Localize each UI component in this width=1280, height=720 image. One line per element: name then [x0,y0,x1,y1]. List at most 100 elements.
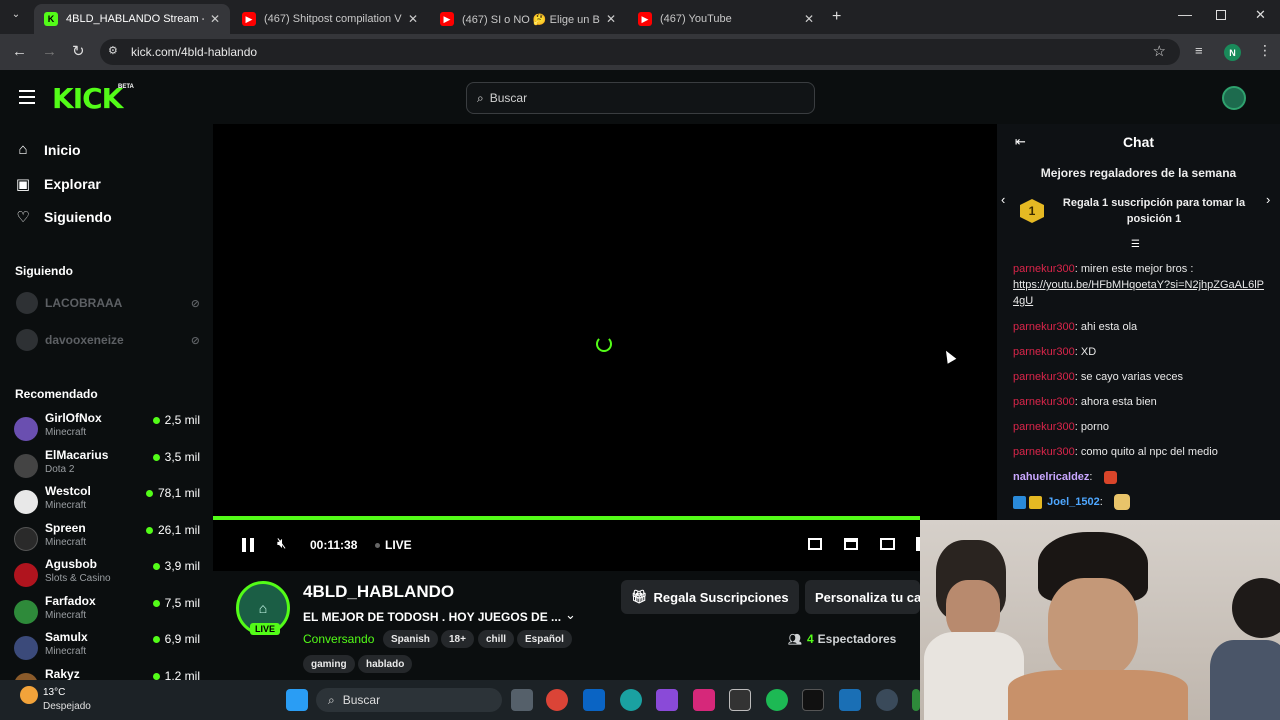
recommended-channel[interactable]: Westcol Minecraft 78,1 mil [14,484,200,518]
tag-hablado[interactable]: hablado [358,655,413,673]
close-window-button[interactable]: ✕ [1255,7,1266,23]
gifters-next-chevron-icon[interactable]: › [1266,192,1270,207]
forward-arrow-icon[interactable]: → [42,43,57,60]
reload-icon[interactable]: ↻ [72,42,85,60]
stream-category[interactable]: Conversando [303,632,374,646]
tab-kick-stream[interactable]: K 4BLD_HABLANDO Stream - Wa ✕ [34,4,230,34]
instagram-icon[interactable] [693,689,715,711]
chat-username[interactable]: parnekur300 [1013,321,1075,333]
mute-icon[interactable]: 🔇︎ [277,535,286,552]
stream-title: EL MEJOR DE TODOSH . HOY JUEGOS DE ... [303,610,562,624]
chat-message: parnekur300: XD [1013,346,1097,358]
task-view-icon[interactable] [511,689,533,711]
recommended-channel[interactable]: GirlOfNox Minecraft 2,5 mil [14,411,200,445]
weather-temp[interactable]: 13°C [43,687,65,698]
following-channel[interactable]: davooxeneize ⊘ [16,327,200,353]
steam-icon[interactable] [876,689,898,711]
tiktok-icon[interactable] [802,689,824,711]
nav-explorar[interactable]: ▣ Explorar [14,175,101,193]
browser-menu-icon[interactable]: ⋮ [1258,42,1272,59]
bookmark-star-icon[interactable]: ☆ [1153,42,1166,60]
search-input[interactable]: ⌕ Buscar [466,82,815,114]
weather-icon[interactable] [20,686,38,704]
miniplayer-icon[interactable] [808,538,822,550]
chat-username[interactable]: parnekur300 [1013,396,1075,408]
expand-gifters-icon[interactable]: ☰ [1131,239,1140,250]
copilot-icon[interactable] [656,689,678,711]
user-avatar[interactable] [1222,86,1246,110]
windows-taskbar: 13°C Despejado ⌕ Buscar [0,680,920,720]
hamburger-menu-icon[interactable] [19,90,35,104]
chat-username[interactable]: nahuelricaldez [1013,471,1089,483]
clip-icon[interactable] [844,538,858,550]
spotify-icon[interactable] [766,689,788,711]
taskbar-search[interactable]: ⌕ Buscar [316,688,502,712]
chat-link[interactable]: https://youtu.be/HFbMHqoetaY?si=N2jhpZGa… [1013,279,1264,307]
tab-youtube-3[interactable]: ▶ (467) YouTube ✕ [628,4,824,34]
recommended-channel[interactable]: Samulx Minecraft 6,9 mil [14,630,200,664]
theater-mode-icon[interactable] [880,538,895,550]
chat-username[interactable]: parnekur300 [1013,346,1075,358]
gifters-prev-chevron-icon[interactable]: ‹ [1001,192,1005,207]
profile-avatar[interactable]: N [1224,44,1241,61]
nav-siguiendo[interactable]: ♡ Siguiendo [14,208,112,226]
edge-icon[interactable] [620,689,642,711]
tab-list-dropdown-icon[interactable]: ⌄ [8,9,24,25]
chat-username[interactable]: Joel_1502 [1047,496,1100,508]
following-channel[interactable]: LACOBRAAA ⊘ [16,290,200,316]
chat-username[interactable]: parnekur300 [1013,371,1075,383]
minimize-window-button[interactable]: — [1178,6,1192,22]
pause-button[interactable] [242,538,255,552]
live-dot-icon [152,416,160,424]
restore-window-button[interactable] [1216,10,1226,20]
customize-channel-button[interactable]: Personaliza tu ca [805,580,920,614]
windows-start-icon[interactable] [286,689,308,711]
tab-youtube-2[interactable]: ▶ (467) SI o NO 🤔 Elige un Botó ✕ [430,4,626,34]
youtube-favicon-icon: ▶ [638,12,652,26]
new-tab-button[interactable]: + [832,8,841,26]
close-tab-icon[interactable]: ✕ [210,12,220,26]
live-dot-icon [375,542,380,548]
recommended-channel[interactable]: Farfadox Minecraft 7,5 mil [14,594,200,628]
back-arrow-icon[interactable]: ← [12,43,27,60]
recommended-channel[interactable]: Spreen Minecraft 26,1 mil [14,521,200,555]
prime-video-icon[interactable] [839,689,861,711]
recommended-channel[interactable]: Agusbob Slots & Casino 3,9 mil [14,557,200,591]
nav-inicio[interactable]: ⌂ Inicio [14,141,80,158]
recommended-channel[interactable]: ElMacarius Dota 2 3,5 mil [14,448,200,482]
close-tab-icon[interactable]: ✕ [804,12,814,26]
chrome-icon[interactable] [546,689,568,711]
weather-desc[interactable]: Despejado [43,701,91,712]
chat-message: parnekur300: como quito al npc del medio [1013,446,1218,458]
channel-category: Minecraft [45,427,87,438]
person-center-body [1008,670,1188,720]
tag-spanish[interactable]: Spanish [383,630,438,648]
avatar [14,490,38,514]
chat-username[interactable]: parnekur300 [1013,263,1075,275]
chatgpt-icon[interactable] [729,689,751,711]
extra-app-icon[interactable] [912,689,920,711]
kick-logo[interactable]: KICK BETA [52,82,134,115]
media-control-icon[interactable]: ≡ [1195,43,1203,58]
recommended-channel[interactable]: Rakyz 1,2 mil [14,667,200,680]
chat-username[interactable]: parnekur300 [1013,421,1075,433]
tag-18-plus[interactable]: 18+ [441,630,474,648]
expand-title-chevron-icon[interactable]: ⌄ [565,607,576,623]
viewer-count: 26,1 mil [145,523,200,537]
tab-youtube-1[interactable]: ▶ (467) Shitpost compilation V11 ✕ [232,4,428,34]
close-tab-icon[interactable]: ✕ [606,12,616,26]
tag-chill[interactable]: chill [478,630,515,648]
tag-gaming[interactable]: gaming [303,655,355,673]
channel-name[interactable]: 4BLD_HABLANDO [303,582,454,602]
address-bar[interactable]: ⚙ kick.com/4bld-hablando ☆ [100,39,1180,65]
tag-espanol[interactable]: Español [517,630,572,648]
search-icon: ⌕ [477,90,484,105]
chat-username[interactable]: parnekur300 [1013,446,1075,458]
nav-label: Siguiendo [44,209,112,225]
video-player[interactable] [213,124,997,571]
gift-subscriptions-button[interactable]: 🎁︎ Regala Suscripciones [621,580,799,614]
site-info-icon[interactable]: ⚙ [108,44,118,57]
close-tab-icon[interactable]: ✕ [408,12,418,26]
outlook-icon[interactable] [583,689,605,711]
channel-category: Slots & Casino [45,573,111,584]
